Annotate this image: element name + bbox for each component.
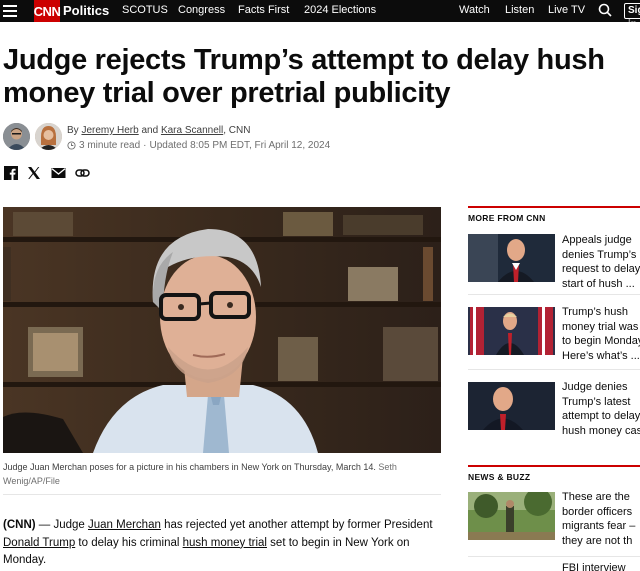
link-share-icon[interactable]	[74, 165, 90, 181]
news-buzz-rule	[468, 465, 640, 467]
nav-link-facts-first[interactable]: Facts First	[238, 4, 289, 16]
news-item-1-line-3: migrants fear –	[562, 520, 636, 532]
updated-time: Updated 8:05 PM EDT, Fri April 12, 2024	[149, 140, 331, 151]
more-item-1-line-1: Appeals judge	[562, 234, 632, 246]
more-from-cnn-rule	[468, 206, 640, 208]
body-text-3: to delay his criminal	[75, 536, 183, 549]
nav-section-politics[interactable]: Politics	[63, 3, 109, 18]
byline-suffix: , CNN	[223, 125, 251, 136]
top-nav: CNN Politics SCOTUS Congress Facts First…	[0, 0, 640, 30]
nav-listen[interactable]: Listen	[505, 4, 534, 16]
more-item-1-line-2: denies Trump’s	[562, 248, 637, 261]
more-item-2-line-3: to begin Monday	[562, 335, 640, 347]
more-item-1-line-4: start of hush ...	[562, 277, 635, 290]
source-tag: (CNN)	[3, 519, 36, 531]
more-item-2-title[interactable]: Trump’s hush money trial was to begin Mo…	[562, 305, 640, 363]
more-item-1-title[interactable]: Appeals judge denies Trump’s request to …	[562, 233, 640, 291]
more-item-2-line-2: money trial was	[562, 320, 639, 333]
more-item-2-line-4: Here’s what’s ...	[562, 349, 640, 362]
news-item-1-thumbnail[interactable]	[468, 492, 555, 540]
news-item-1-line-2: border officers	[562, 505, 633, 518]
news-item-1-line-4: they are not th	[562, 534, 633, 547]
news-item-2-thumbnail[interactable]	[468, 566, 555, 571]
author-link-kara-scannell[interactable]: Kara Scannell	[161, 125, 223, 136]
nav-live-tv[interactable]: Live TV	[548, 4, 585, 16]
more-item-1-thumbnail[interactable]	[468, 234, 555, 282]
caption-divider	[3, 494, 441, 495]
news-item-2-line-1: FBI interview	[562, 562, 626, 571]
body-text-2: has rejected yet another attempt by form…	[160, 519, 433, 531]
author-avatar-kara-scannell[interactable]	[35, 123, 62, 150]
sidebar-divider	[468, 369, 640, 370]
byline: By Jeremy Herb and Kara Scannell, CNN	[67, 125, 250, 136]
article-headline: Judge rejects Trump’s attempt to delay h…	[3, 44, 605, 109]
sidebar-divider	[468, 294, 640, 295]
nav-link-scotus[interactable]: SCOTUS	[122, 4, 168, 16]
caption-text: Judge Juan Merchan poses for a picture i…	[3, 462, 376, 472]
body-text-1: — Judge	[35, 519, 88, 531]
news-item-1-line-1: These are the	[562, 491, 630, 503]
byline-prefix: By	[67, 125, 82, 136]
photo-caption: Judge Juan Merchan poses for a picture i…	[3, 460, 441, 488]
read-time: 3 minute read	[79, 140, 141, 151]
more-item-2-line-1: Trump’s hush	[562, 306, 629, 318]
facebook-share-icon[interactable]	[3, 165, 19, 181]
byline-and: and	[138, 125, 161, 136]
news-item-1-title[interactable]: These are the border officers migrants f…	[562, 490, 640, 548]
search-icon[interactable]	[597, 2, 613, 18]
more-item-3-line-3: attempt to delay	[562, 410, 640, 422]
timestamp-separator: ·	[143, 140, 147, 151]
nav-link-congress[interactable]: Congress	[178, 4, 225, 16]
news-item-2-title[interactable]: FBI interview	[562, 561, 640, 571]
clock-icon	[67, 141, 76, 150]
link-juan-merchan[interactable]: Juan Merchan	[88, 519, 161, 531]
hamburger-menu-icon[interactable]	[3, 5, 17, 17]
nav-watch[interactable]: Watch	[459, 4, 490, 16]
sign-in-button[interactable]: Sign in	[624, 3, 640, 30]
author-link-jeremy-herb[interactable]: Jeremy Herb	[81, 125, 138, 136]
email-share-icon[interactable]	[50, 165, 66, 181]
more-item-2-thumbnail[interactable]	[468, 307, 555, 355]
sidebar-divider	[468, 556, 640, 557]
more-item-1-line-3: request to delay	[562, 263, 640, 275]
more-from-cnn-heading: MORE FROM CNN	[468, 213, 546, 223]
hero-photo	[3, 207, 441, 453]
link-hush-money-trial[interactable]: hush money trial	[183, 537, 267, 549]
more-item-3-thumbnail[interactable]	[468, 382, 555, 430]
news-buzz-heading: NEWS & BUZZ	[468, 472, 531, 482]
article-body-paragraph: (CNN) — Judge Juan Merchan has rejected …	[3, 517, 443, 570]
more-item-3-title[interactable]: Judge denies Trump’s latest attempt to d…	[562, 380, 640, 438]
author-avatar-jeremy-herb[interactable]	[3, 123, 30, 150]
link-donald-trump[interactable]: Donald Trump	[3, 537, 75, 549]
more-item-3-line-2: Trump’s latest	[562, 395, 631, 408]
article-timestamp: 3 minute read · Updated 8:05 PM EDT, Fri…	[67, 140, 330, 151]
nav-link-2024-elections[interactable]: 2024 Elections	[304, 4, 376, 16]
more-item-3-line-1: Judge denies	[562, 381, 628, 393]
more-item-3-line-4: hush money case	[562, 424, 640, 437]
x-share-icon[interactable]	[26, 165, 42, 181]
cnn-logo[interactable]: CNN	[34, 0, 61, 22]
